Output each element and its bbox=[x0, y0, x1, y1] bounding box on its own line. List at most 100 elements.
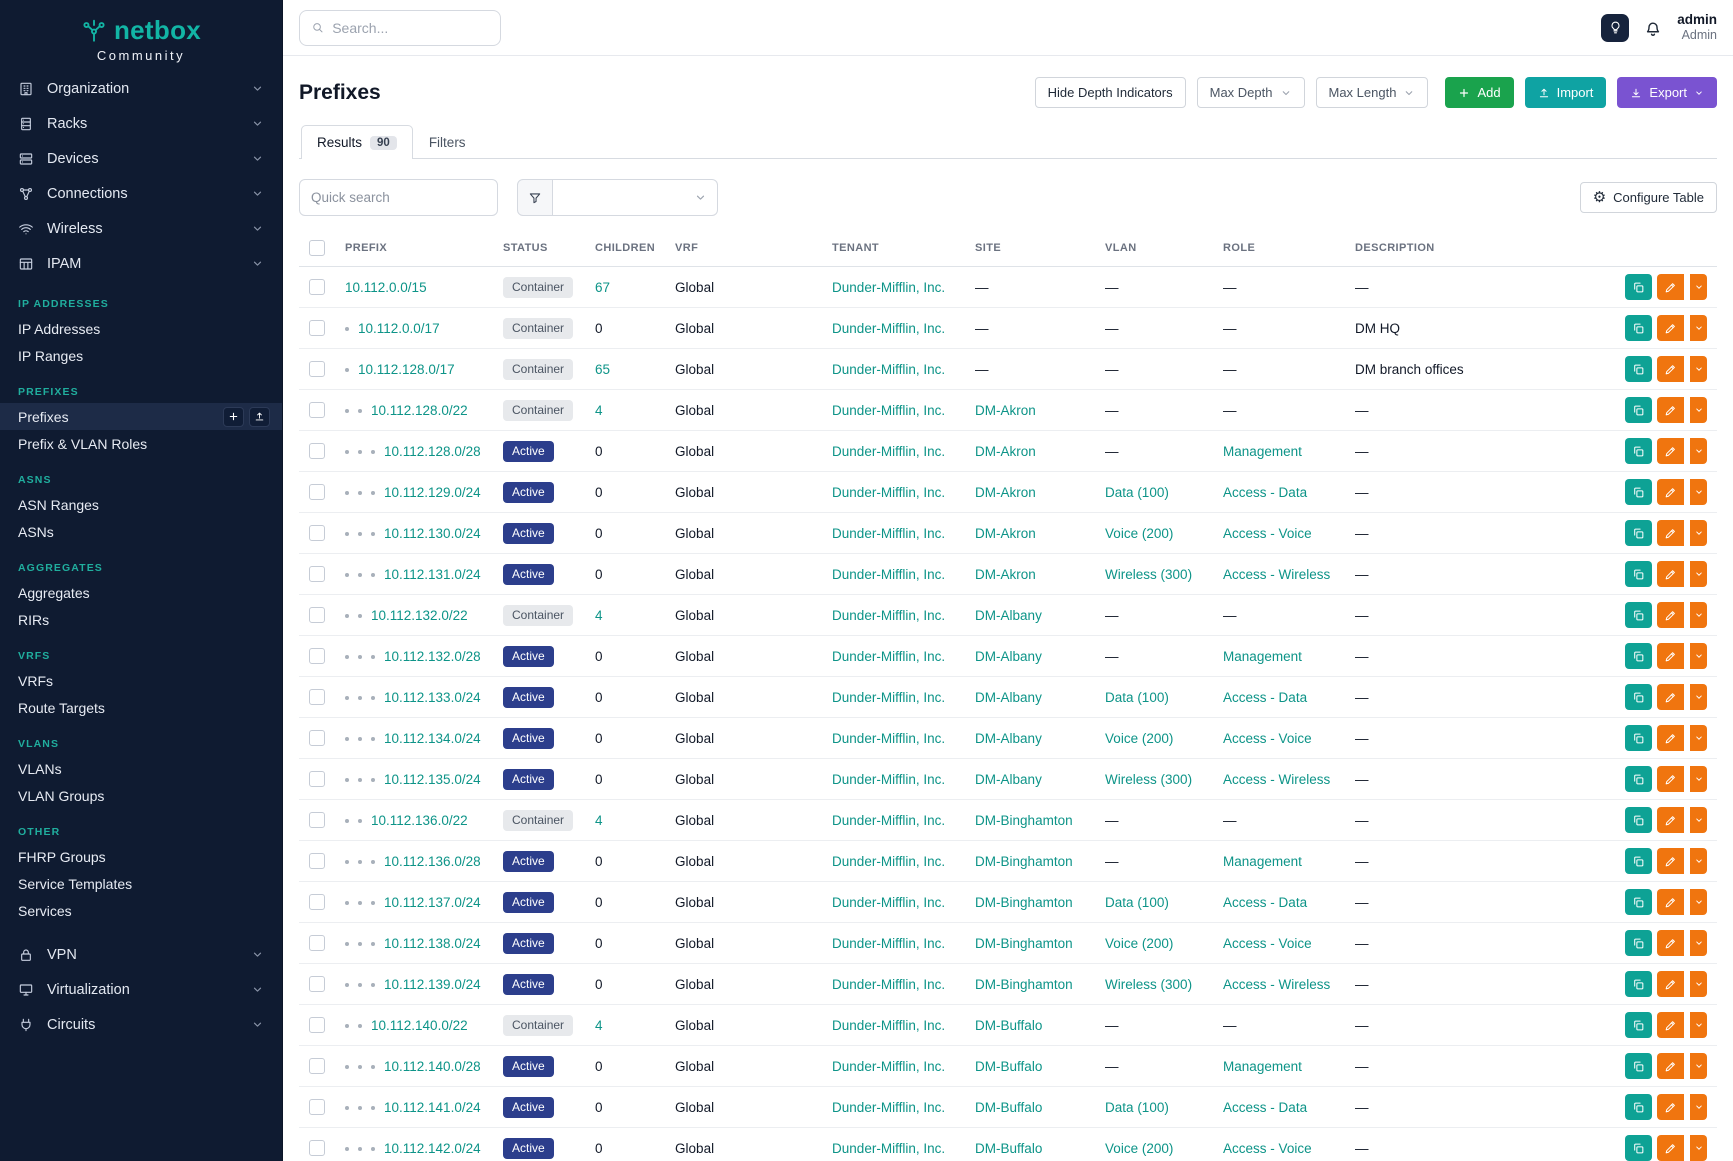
row-checkbox[interactable] bbox=[309, 443, 325, 459]
edit-dropdown-button[interactable] bbox=[1690, 930, 1707, 956]
prefix-link[interactable]: 10.112.135.0/24 bbox=[384, 772, 481, 787]
sidebar-item-ipam[interactable]: IPAM bbox=[0, 246, 282, 281]
copy-button[interactable] bbox=[1625, 766, 1652, 792]
tenant-link[interactable]: Dunder-Mifflin, Inc. bbox=[832, 1141, 945, 1156]
tab-filters[interactable]: Filters bbox=[413, 125, 482, 159]
tenant-link[interactable]: Dunder-Mifflin, Inc. bbox=[832, 772, 945, 787]
tenant-link[interactable]: Dunder-Mifflin, Inc. bbox=[832, 321, 945, 336]
sidebar-item-devices[interactable]: Devices bbox=[0, 141, 282, 176]
edit-button[interactable] bbox=[1657, 725, 1684, 751]
edit-dropdown-button[interactable] bbox=[1690, 684, 1707, 710]
sidebar-item-wireless[interactable]: Wireless bbox=[0, 211, 282, 246]
edit-dropdown-button[interactable] bbox=[1690, 479, 1707, 505]
prefix-link[interactable]: 10.112.137.0/24 bbox=[384, 895, 481, 910]
tenant-link[interactable]: Dunder-Mifflin, Inc. bbox=[832, 936, 945, 951]
copy-button[interactable] bbox=[1625, 520, 1652, 546]
prefix-link[interactable]: 10.112.140.0/28 bbox=[384, 1059, 481, 1074]
sidebar-item-fhrp-groups[interactable]: FHRP Groups bbox=[0, 843, 282, 870]
row-checkbox[interactable] bbox=[309, 1099, 325, 1115]
site-link[interactable]: DM-Albany bbox=[975, 649, 1042, 664]
copy-button[interactable] bbox=[1625, 561, 1652, 587]
prefix-link[interactable]: 10.112.141.0/24 bbox=[384, 1100, 481, 1115]
copy-button[interactable] bbox=[1625, 274, 1652, 300]
edit-dropdown-button[interactable] bbox=[1690, 1053, 1707, 1079]
vlan-link[interactable]: Voice (200) bbox=[1105, 526, 1173, 541]
site-link[interactable]: DM-Binghamton bbox=[975, 895, 1073, 910]
sidebar-item-asns[interactable]: ASNs bbox=[0, 518, 282, 545]
row-checkbox[interactable] bbox=[309, 689, 325, 705]
vlan-link[interactable]: Voice (200) bbox=[1105, 1141, 1173, 1156]
site-link[interactable]: DM-Albany bbox=[975, 690, 1042, 705]
role-link[interactable]: Access - Voice bbox=[1223, 936, 1312, 951]
tenant-link[interactable]: Dunder-Mifflin, Inc. bbox=[832, 813, 945, 828]
sidebar-item-route-targets[interactable]: Route Targets bbox=[0, 694, 282, 721]
row-checkbox[interactable] bbox=[309, 566, 325, 582]
children-link[interactable]: 67 bbox=[595, 280, 610, 295]
prefix-link[interactable]: 10.112.128.0/22 bbox=[371, 403, 468, 418]
copy-button[interactable] bbox=[1625, 643, 1652, 669]
edit-dropdown-button[interactable] bbox=[1690, 643, 1707, 669]
tenant-link[interactable]: Dunder-Mifflin, Inc. bbox=[832, 854, 945, 869]
prefix-link[interactable]: 10.112.142.0/24 bbox=[384, 1141, 481, 1156]
edit-dropdown-button[interactable] bbox=[1690, 438, 1707, 464]
role-link[interactable]: Access - Wireless bbox=[1223, 977, 1330, 992]
role-link[interactable]: Access - Wireless bbox=[1223, 772, 1330, 787]
vlan-link[interactable]: Wireless (300) bbox=[1105, 772, 1192, 787]
sidebar-item-vpn[interactable]: VPN bbox=[0, 937, 282, 972]
edit-button[interactable] bbox=[1657, 561, 1684, 587]
prefix-link[interactable]: 10.112.131.0/24 bbox=[384, 567, 481, 582]
edit-button[interactable] bbox=[1657, 438, 1684, 464]
edit-button[interactable] bbox=[1657, 397, 1684, 423]
prefix-link[interactable]: 10.112.0.0/15 bbox=[345, 280, 427, 295]
row-checkbox[interactable] bbox=[309, 730, 325, 746]
copy-button[interactable] bbox=[1625, 315, 1652, 341]
sidebar-item-vrfs[interactable]: VRFs bbox=[0, 667, 282, 694]
sidebar-item-asn-ranges[interactable]: ASN Ranges bbox=[0, 491, 282, 518]
row-checkbox[interactable] bbox=[309, 935, 325, 951]
edit-dropdown-button[interactable] bbox=[1690, 1135, 1707, 1161]
role-link[interactable]: Management bbox=[1223, 649, 1302, 664]
role-link[interactable]: Access - Voice bbox=[1223, 1141, 1312, 1156]
row-checkbox[interactable] bbox=[309, 894, 325, 910]
edit-button[interactable] bbox=[1657, 520, 1684, 546]
edit-button[interactable] bbox=[1657, 479, 1684, 505]
site-link[interactable]: DM-Binghamton bbox=[975, 977, 1073, 992]
copy-button[interactable] bbox=[1625, 1135, 1652, 1161]
tenant-link[interactable]: Dunder-Mifflin, Inc. bbox=[832, 649, 945, 664]
edit-dropdown-button[interactable] bbox=[1690, 1012, 1707, 1038]
site-link[interactable]: DM-Albany bbox=[975, 772, 1042, 787]
prefix-link[interactable]: 10.112.0.0/17 bbox=[358, 321, 440, 336]
prefix-link[interactable]: 10.112.132.0/22 bbox=[371, 608, 468, 623]
copy-button[interactable] bbox=[1625, 971, 1652, 997]
copy-button[interactable] bbox=[1625, 848, 1652, 874]
role-link[interactable]: Management bbox=[1223, 1059, 1302, 1074]
global-search-input[interactable] bbox=[332, 20, 489, 36]
sidebar-item-circuits[interactable]: Circuits bbox=[0, 1007, 282, 1042]
edit-button[interactable] bbox=[1657, 848, 1684, 874]
copy-button[interactable] bbox=[1625, 438, 1652, 464]
tenant-link[interactable]: Dunder-Mifflin, Inc. bbox=[832, 280, 945, 295]
sidebar-item-vlans[interactable]: VLANs bbox=[0, 755, 282, 782]
vlan-link[interactable]: Voice (200) bbox=[1105, 936, 1173, 951]
prefix-link[interactable]: 10.112.139.0/24 bbox=[384, 977, 481, 992]
role-link[interactable]: Access - Data bbox=[1223, 485, 1307, 500]
user-menu[interactable]: admin Admin bbox=[1677, 12, 1717, 43]
site-link[interactable]: DM-Albany bbox=[975, 608, 1042, 623]
tab-results[interactable]: Results 90 bbox=[301, 125, 413, 159]
row-checkbox[interactable] bbox=[309, 976, 325, 992]
edit-dropdown-button[interactable] bbox=[1690, 274, 1707, 300]
site-link[interactable]: DM-Binghamton bbox=[975, 854, 1073, 869]
role-link[interactable]: Access - Data bbox=[1223, 895, 1307, 910]
tenant-link[interactable]: Dunder-Mifflin, Inc. bbox=[832, 977, 945, 992]
edit-button[interactable] bbox=[1657, 1012, 1684, 1038]
prefix-link[interactable]: 10.112.132.0/28 bbox=[384, 649, 481, 664]
copy-button[interactable] bbox=[1625, 1012, 1652, 1038]
tenant-link[interactable]: Dunder-Mifflin, Inc. bbox=[832, 608, 945, 623]
site-link[interactable]: DM-Buffalo bbox=[975, 1059, 1042, 1074]
edit-button[interactable] bbox=[1657, 807, 1684, 833]
copy-button[interactable] bbox=[1625, 397, 1652, 423]
copy-button[interactable] bbox=[1625, 602, 1652, 628]
edit-button[interactable] bbox=[1657, 889, 1684, 915]
site-link[interactable]: DM-Binghamton bbox=[975, 936, 1073, 951]
sidebar-item-prefix-vlan-roles[interactable]: Prefix & VLAN Roles bbox=[0, 430, 282, 457]
